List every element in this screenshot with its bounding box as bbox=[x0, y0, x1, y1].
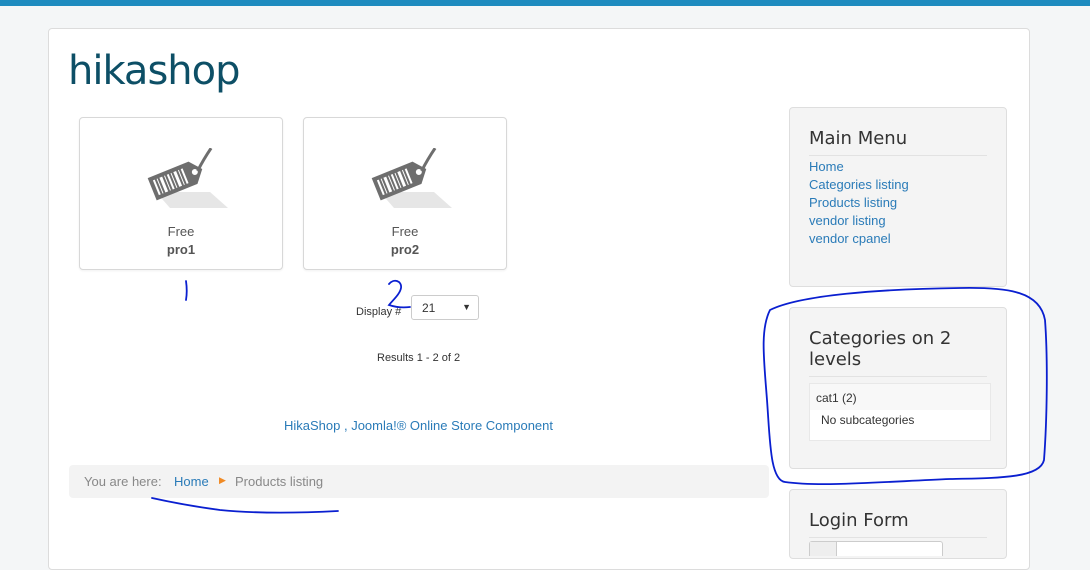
product-price: Free bbox=[391, 224, 419, 239]
breadcrumb-prefix: You are here: bbox=[84, 474, 162, 489]
category-list: cat1 (2) No subcategories bbox=[809, 383, 991, 441]
category-item[interactable]: cat1 (2) bbox=[810, 384, 990, 410]
menu-item-vendor-cpanel[interactable]: vendor cpanel bbox=[809, 231, 891, 246]
main-menu-module: Main Menu Home Categories listing Produc… bbox=[789, 107, 1007, 287]
menu-item-categories-listing[interactable]: Categories listing bbox=[809, 177, 909, 192]
results-counter: Results 1 - 2 of 2 bbox=[377, 352, 461, 364]
main-menu-title: Main Menu bbox=[809, 128, 987, 156]
site-title[interactable]: hikashop bbox=[68, 48, 240, 94]
categories-title-line1: Categories on 2 bbox=[809, 328, 952, 349]
categories-title-line2: levels bbox=[809, 349, 862, 370]
price-tag-icon bbox=[371, 148, 452, 208]
menu-item-vendor-listing[interactable]: vendor listing bbox=[809, 213, 886, 228]
login-module: Login Form bbox=[789, 489, 1007, 559]
breadcrumb-home-link[interactable]: Home bbox=[174, 474, 209, 489]
display-count-label: Display # bbox=[356, 306, 402, 318]
category-link[interactable]: cat1 (2) bbox=[816, 391, 857, 405]
top-accent-bar bbox=[0, 0, 1090, 6]
product-price: Free bbox=[167, 224, 195, 239]
display-count-select[interactable]: 21 ▼ bbox=[411, 295, 479, 320]
menu-item-products-listing[interactable]: Products listing bbox=[809, 195, 897, 210]
login-module-title: Login Form bbox=[809, 510, 987, 538]
display-count-value: 21 bbox=[422, 301, 436, 315]
product-name[interactable]: pro1 bbox=[80, 242, 282, 257]
menu-item-home[interactable]: Home bbox=[809, 159, 844, 174]
categories-module: Categories on 2 levels cat1 (2) No subca… bbox=[789, 307, 1007, 469]
dropdown-arrow-icon: ▼ bbox=[462, 302, 471, 312]
breadcrumb-separator-icon: ▶ bbox=[219, 475, 226, 485]
breadcrumb-current: Products listing bbox=[235, 474, 324, 489]
hikashop-credit-link[interactable]: HikaShop , Joomla!® Online Store Compone… bbox=[284, 418, 553, 433]
price-tag-icon bbox=[147, 148, 228, 208]
categories-module-title: Categories on 2 levels bbox=[809, 328, 987, 377]
product-card[interactable]: Free pro2 bbox=[303, 117, 507, 270]
product-name[interactable]: pro2 bbox=[304, 242, 506, 257]
breadcrumb: You are here: Home ▶ Products listing bbox=[69, 465, 769, 498]
user-icon bbox=[810, 542, 837, 556]
no-subcategories-text: No subcategories bbox=[821, 413, 915, 427]
username-field[interactable] bbox=[809, 541, 943, 556]
product-card[interactable]: Free pro1 bbox=[79, 117, 283, 270]
